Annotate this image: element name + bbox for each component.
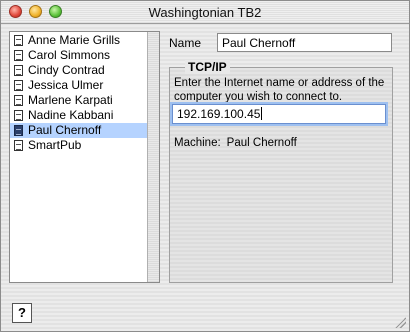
title-bar[interactable]: Washingtonian TB2 — [1, 1, 409, 24]
list-item[interactable]: Marlene Karpati — [10, 93, 148, 108]
list-item-label: Carol Simmons — [28, 48, 111, 62]
list-item-label: Jessica Ulmer — [28, 78, 104, 92]
window-title: Washingtonian TB2 — [148, 5, 262, 20]
document-icon — [14, 65, 23, 76]
name-label: Name — [169, 36, 202, 50]
window: Washingtonian TB2 Anne Marie Grills Caro… — [0, 0, 410, 332]
machine-info: Machine: Paul Chernoff — [174, 137, 297, 149]
list-item[interactable]: SmartPub — [10, 138, 148, 153]
list-item-label: Paul Chernoff — [28, 123, 102, 137]
resize-grip-icon[interactable] — [395, 317, 406, 328]
document-icon — [14, 125, 23, 136]
list-item[interactable]: Jessica Ulmer — [10, 78, 148, 93]
address-value: 192.169.100.45 — [177, 107, 261, 121]
document-icon — [14, 50, 23, 61]
list-item[interactable]: Carol Simmons — [10, 48, 148, 63]
document-icon — [14, 35, 23, 46]
connection-list[interactable]: Anne Marie Grills Carol Simmons Cindy Co… — [9, 31, 160, 283]
list-item-label: Marlene Karpati — [28, 93, 113, 107]
text-caret — [261, 107, 263, 120]
list-item-label: SmartPub — [28, 138, 82, 152]
list-item-label: Nadine Kabbani — [28, 108, 114, 122]
list-item-selected[interactable]: Paul Chernoff — [10, 123, 148, 138]
document-icon — [14, 80, 23, 91]
list-items: Anne Marie Grills Carol Simmons Cindy Co… — [10, 33, 148, 153]
list-item-label: Cindy Contrad — [28, 63, 105, 77]
list-item[interactable]: Nadine Kabbani — [10, 108, 148, 123]
list-item-label: Anne Marie Grills — [28, 33, 121, 47]
document-icon — [14, 140, 23, 151]
address-field[interactable]: 192.169.100.45 — [172, 104, 386, 124]
document-icon — [14, 110, 23, 121]
document-icon — [14, 95, 23, 106]
address-instructions: Enter the Internet name or address of th… — [174, 77, 385, 103]
help-button[interactable]: ? — [12, 303, 32, 323]
list-scrollbar[interactable] — [147, 32, 159, 282]
list-item[interactable]: Anne Marie Grills — [10, 33, 148, 48]
list-item[interactable]: Cindy Contrad — [10, 63, 148, 78]
machine-label: Machine: — [174, 137, 221, 149]
machine-value: Paul Chernoff — [226, 137, 297, 149]
tcpip-group-title: TCP/IP — [185, 60, 230, 74]
name-field[interactable]: Paul Chernoff — [217, 33, 392, 52]
